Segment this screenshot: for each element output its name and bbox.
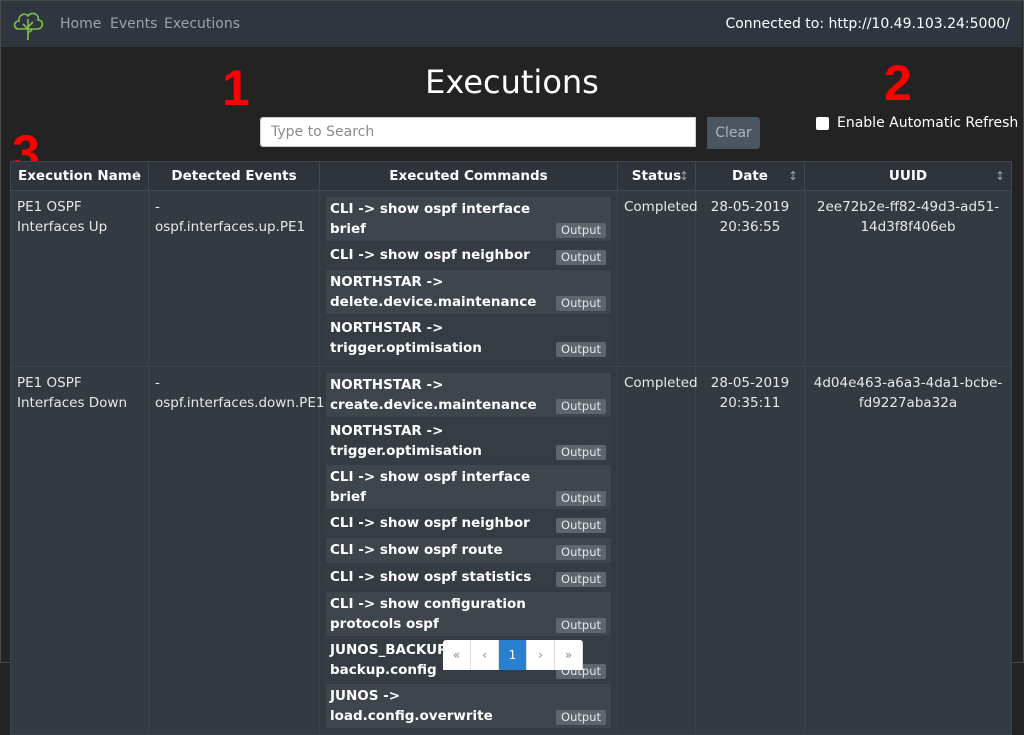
detected-event-cell: - ospf.interfaces.up.PE1 — [148, 190, 320, 367]
command-text: JUNOS -> load.config.overwrite — [330, 688, 493, 724]
column-header-status[interactable]: Status ↕ — [617, 161, 696, 191]
status-cell: Completed — [617, 366, 698, 735]
command-item: CLI -> show ospf route Output — [326, 538, 611, 563]
table-row: PE1 OSPF Interfaces Up - ospf.interfaces… — [10, 190, 1012, 367]
output-button[interactable]: Output — [556, 399, 606, 414]
column-header-label: UUID — [888, 168, 928, 184]
command-text: CLI -> show ospf interface brief — [330, 469, 531, 505]
page-title: Executions — [425, 63, 599, 101]
annotation-marker-1: 1 — [222, 60, 250, 116]
command-item: NORTHSTAR -> trigger.optimisation Output — [326, 316, 611, 360]
pagination-page-1[interactable]: 1 — [499, 640, 527, 670]
command-item: CLI -> show ospf neighbor Output — [326, 511, 611, 536]
pagination: « ‹ 1 › » — [443, 640, 583, 670]
pagination-last-button[interactable]: » — [555, 640, 583, 670]
tree-logo-icon[interactable] — [10, 7, 46, 43]
command-text: NORTHSTAR -> delete.device.maintenance — [330, 274, 537, 310]
column-header-execution-name[interactable]: Execution Name ↕ — [10, 161, 149, 191]
output-button[interactable]: Output — [556, 250, 606, 265]
command-item: NORTHSTAR -> delete.device.maintenance Ou… — [326, 270, 611, 314]
command-item: NORTHSTAR -> trigger.optimisation Output — [326, 419, 611, 463]
pagination-first-button[interactable]: « — [443, 640, 471, 670]
auto-refresh-label: Enable Automatic Refresh — [837, 115, 1019, 131]
column-header-uuid[interactable]: UUID ↕ — [804, 161, 1012, 191]
date-cell: 28-05-2019 20:35:11 — [695, 366, 805, 735]
command-item: NORTHSTAR -> create.device.maintenance Ou… — [326, 373, 611, 417]
column-header-label: Status — [631, 168, 682, 184]
command-text: CLI -> show ospf interface brief — [330, 201, 531, 237]
detected-event-cell: - ospf.interfaces.down.PE1 — [148, 366, 324, 735]
nav-executions-link[interactable]: Executions — [164, 16, 240, 32]
executed-commands-cell: NORTHSTAR -> create.device.maintenance Ou… — [319, 366, 618, 735]
nav-events-link[interactable]: Events — [110, 16, 157, 32]
sort-icon[interactable]: ↕ — [995, 169, 1005, 183]
search-input[interactable] — [260, 117, 696, 147]
command-text: CLI -> show configuration protocols ospf — [330, 596, 526, 632]
output-button[interactable]: Output — [556, 296, 606, 311]
column-header-executed-commands: Executed Commands — [319, 161, 618, 191]
command-text: NORTHSTAR -> trigger.optimisation — [330, 423, 482, 459]
command-text: CLI -> show ospf route — [330, 542, 503, 558]
connection-status: Connected to: http://10.49.103.24:5000/ — [725, 16, 1010, 32]
pagination-next-button[interactable]: › — [527, 640, 555, 670]
command-item: CLI -> show ospf interface brief Output — [326, 465, 611, 509]
output-button[interactable]: Output — [556, 445, 606, 460]
command-text: NORTHSTAR -> create.device.maintenance — [330, 377, 537, 413]
navbar: Home Events Executions Connected to: htt… — [1, 1, 1022, 47]
command-text: CLI -> show ospf neighbor — [330, 515, 530, 531]
output-button[interactable]: Output — [556, 223, 606, 238]
auto-refresh-checkbox[interactable] — [816, 116, 829, 130]
uuid-cell: 4d04e463-a6a3-4da1-bcbe-fd9227aba32a — [804, 366, 1012, 735]
execution-name-cell: PE1 OSPF Interfaces Down — [10, 366, 149, 735]
command-item: CLI -> show ospf statistics Output — [326, 565, 611, 590]
annotation-marker-2: 2 — [884, 55, 912, 111]
command-item: CLI -> show configuration protocols ospf… — [326, 592, 611, 636]
command-item: CLI -> show ospf neighbor Output — [326, 243, 611, 268]
status-cell: Completed — [617, 190, 698, 367]
column-header-detected-events: Detected Events — [148, 161, 320, 191]
command-text: CLI -> show ospf neighbor — [330, 247, 530, 263]
column-header-date[interactable]: Date ↕ — [695, 161, 805, 191]
sort-icon[interactable]: ↕ — [788, 169, 798, 183]
output-button[interactable]: Output — [556, 545, 606, 560]
executed-commands-cell: CLI -> show ospf interface brief Output C… — [319, 190, 618, 367]
output-button[interactable]: Output — [556, 518, 606, 533]
column-header-label: Executed Commands — [389, 168, 548, 184]
sort-icon[interactable]: ↕ — [132, 169, 142, 183]
table-header-row: Execution Name ↕ Detected Events Executed… — [10, 161, 1012, 191]
command-text: CLI -> show ospf statistics — [330, 569, 532, 585]
command-item: CLI -> show ospf interface brief Output — [326, 197, 611, 241]
output-button[interactable]: Output — [556, 491, 606, 506]
auto-refresh-toggle[interactable]: Enable Automatic Refresh — [816, 115, 1018, 131]
command-item: JUNOS -> load.config.overwrite Output — [326, 684, 611, 728]
date-cell: 28-05-2019 20:36:55 — [695, 190, 805, 367]
execution-name-cell: PE1 OSPF Interfaces Up — [10, 190, 149, 367]
executions-table-container: Execution Name ↕ Detected Events Executed… — [10, 161, 1012, 735]
table-row: PE1 OSPF Interfaces Down - ospf.interfac… — [10, 366, 1012, 735]
output-button[interactable]: Output — [556, 342, 606, 357]
uuid-cell: 2ee72b2e-ff82-49d3-ad51-14d3f8f406eb — [804, 190, 1012, 367]
column-header-label: Execution Name — [18, 168, 141, 184]
output-button[interactable]: Output — [556, 618, 606, 633]
output-button[interactable]: Output — [556, 710, 606, 725]
pagination-prev-button[interactable]: ‹ — [471, 640, 499, 670]
command-text: NORTHSTAR -> trigger.optimisation — [330, 320, 482, 356]
column-header-label: Date — [732, 168, 768, 184]
clear-button[interactable]: Clear — [707, 117, 760, 149]
nav-home-link[interactable]: Home — [60, 16, 101, 32]
sort-icon[interactable]: ↕ — [679, 169, 689, 183]
output-button[interactable]: Output — [556, 572, 606, 587]
column-header-label: Detected Events — [171, 168, 297, 184]
